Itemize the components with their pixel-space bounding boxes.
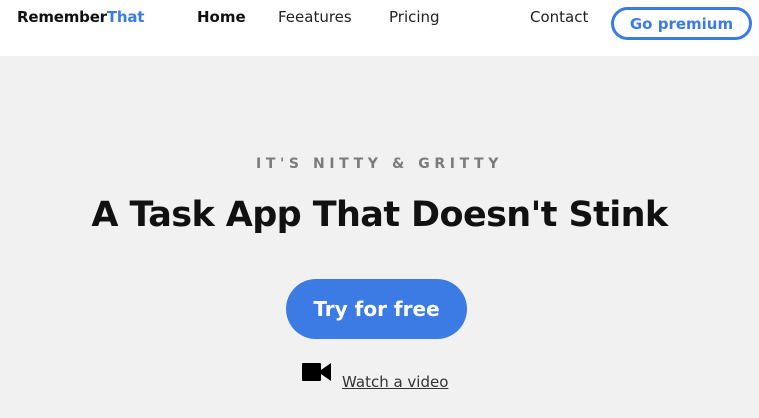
watch-video-link[interactable]: Watch a video: [342, 373, 448, 391]
nav-link-pricing[interactable]: Pricing: [389, 8, 440, 26]
logo-accent-text: That: [106, 8, 145, 26]
hero-headline: A Task App That Doesn't Stink: [91, 195, 668, 235]
logo[interactable]: RememberThat: [17, 8, 144, 26]
nav-link-contact[interactable]: Contact: [530, 8, 588, 26]
try-for-free-button[interactable]: Try for free: [286, 279, 467, 339]
nav-link-home[interactable]: Home: [197, 8, 246, 26]
top-navigation: RememberThat Home Feeatures Pricing Cont…: [0, 0, 759, 56]
nav-link-features[interactable]: Feeatures: [278, 8, 352, 26]
go-premium-button[interactable]: Go premium: [611, 7, 752, 40]
logo-main-text: Remember: [17, 8, 107, 26]
hero-section: IT'S NITTY & GRITTY A Task App That Does…: [0, 56, 759, 418]
page: RememberThat Home Feeatures Pricing Cont…: [0, 0, 759, 418]
hero-eyebrow: IT'S NITTY & GRITTY: [256, 156, 503, 172]
watch-video-row[interactable]: Watch a video: [302, 362, 472, 392]
video-camera-icon[interactable]: [302, 362, 331, 382]
